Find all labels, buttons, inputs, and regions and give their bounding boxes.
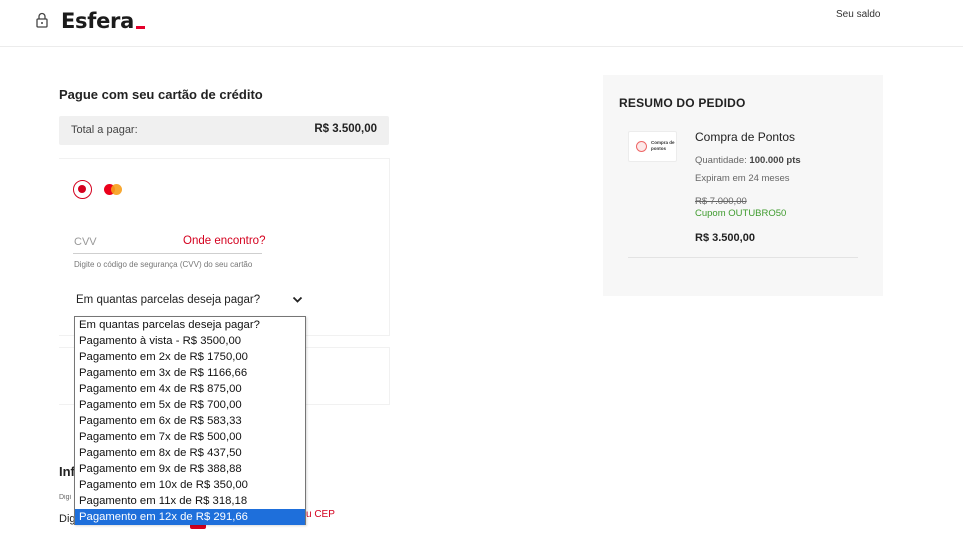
summary-divider [628,257,858,258]
new-price: R$ 3.500,00 [695,232,755,244]
card-radio[interactable] [73,180,92,199]
logo[interactable]: Esfera [61,9,145,33]
installment-option[interactable]: Pagamento em 6x de R$ 583,33 [75,413,305,429]
installment-option[interactable]: Pagamento em 2x de R$ 1750,00 [75,349,305,365]
cvv-hint: Digite o código de segurança (CVV) do se… [74,260,253,269]
expire-text: Expiram em 24 meses [695,173,790,184]
coupon-text: Cupom OUTUBRO50 [695,208,787,219]
installment-option[interactable]: Pagamento à vista - R$ 3500,00 [75,333,305,349]
thumbnail-text: Compra de pontos [651,140,675,151]
quantity-value: 100.000 pts [749,155,801,166]
total-bar: Total a pagar: R$ 3.500,00 [59,116,389,145]
header: Esfera Seu saldo [0,0,963,47]
installment-option[interactable]: Pagamento em 10x de R$ 350,00 [75,477,305,493]
installments-select[interactable]: Em quantas parcelas deseja pagar? [76,294,304,306]
installment-option[interactable]: Pagamento em 9x de R$ 388,88 [75,461,305,477]
old-price: R$ 7.000,00 [695,196,747,207]
payment-title: Pague com seu cartão de crédito [59,87,263,102]
mastercard-icon [104,184,122,195]
installment-option-highlighted[interactable]: Pagamento em 12x de R$ 291,66 [75,509,305,525]
chevron-down-icon[interactable] [292,296,303,304]
radio-dot [78,185,86,193]
quantity-label: Quantidade: [695,155,747,166]
cep-link[interactable]: u CEP [306,509,335,520]
cvv-underline [73,253,262,254]
cvv-help-link[interactable]: Onde encontro? [183,235,265,247]
installment-option[interactable]: Pagamento em 4x de R$ 875,00 [75,381,305,397]
total-label: Total a pagar: [71,124,138,136]
order-summary: RESUMO DO PEDIDO Compra de pontos Compra… [603,75,883,296]
installment-option[interactable]: Pagamento em 5x de R$ 700,00 [75,397,305,413]
installment-option[interactable]: Pagamento em 3x de R$ 1166,66 [75,365,305,381]
total-value: R$ 3.500,00 [314,123,377,135]
saldo-link[interactable]: Seu saldo [836,9,880,20]
product-name: Compra de Pontos [695,130,796,144]
summary-title: RESUMO DO PEDIDO [619,96,746,110]
lock-icon [36,12,48,28]
product-thumbnail: Compra de pontos [628,131,677,162]
quantity: Quantidade: 100.000 pts [695,155,801,166]
installment-option[interactable]: Pagamento em 7x de R$ 500,00 [75,429,305,445]
installment-option[interactable]: Pagamento em 8x de R$ 437,50 [75,445,305,461]
coin-icon [636,141,647,152]
installment-option[interactable]: Pagamento em 11x de R$ 318,18 [75,493,305,509]
logo-underscore [135,26,145,29]
cvv-input[interactable]: CVV [74,236,97,248]
installment-option[interactable]: Em quantas parcelas deseja pagar? [75,317,305,333]
installments-dropdown[interactable]: Em quantas parcelas deseja pagar? Pagame… [74,316,306,525]
